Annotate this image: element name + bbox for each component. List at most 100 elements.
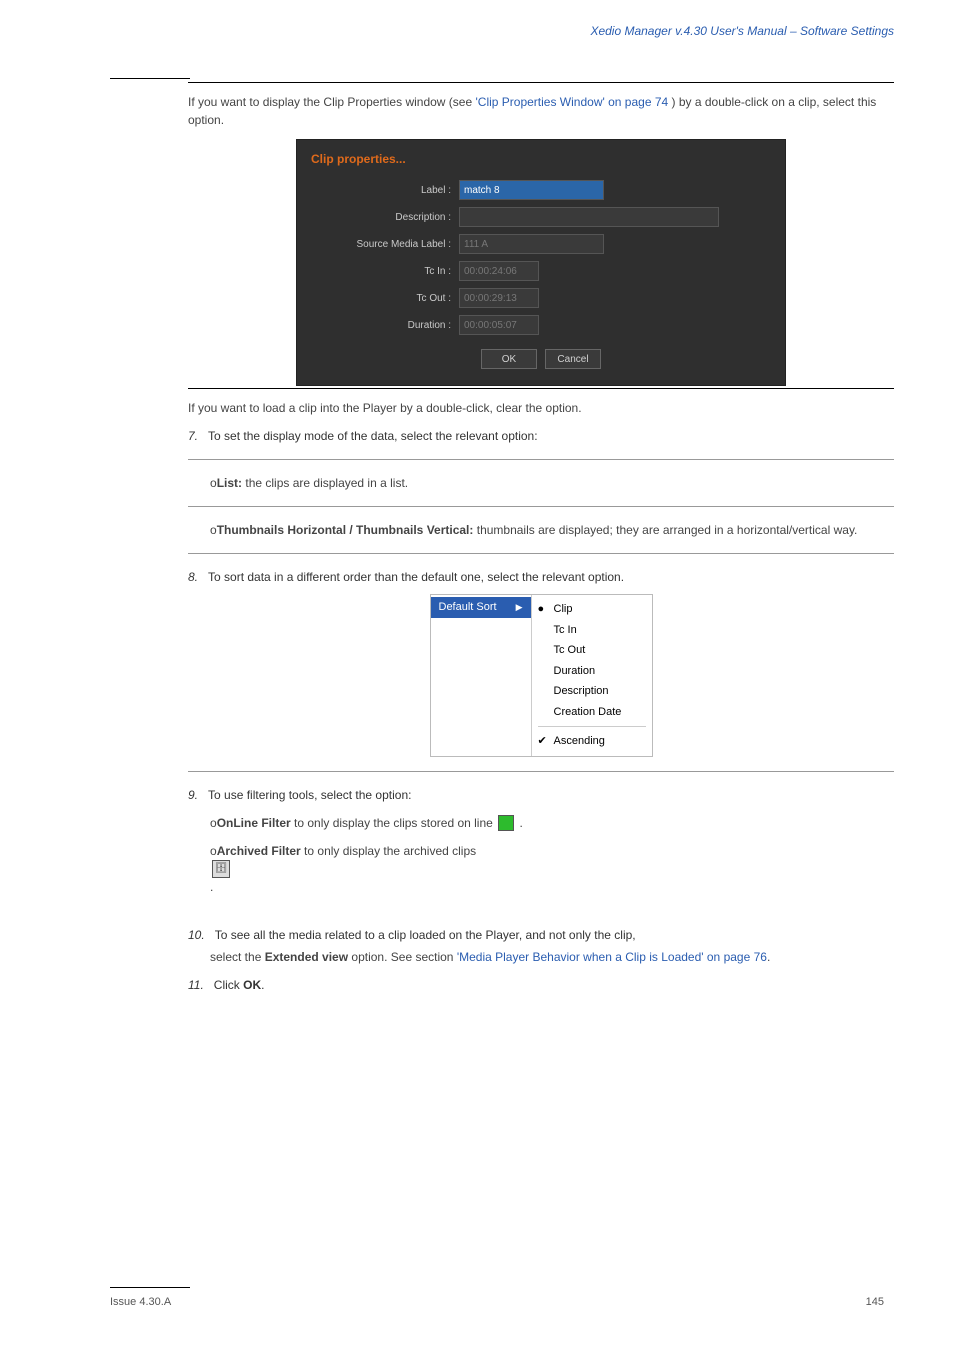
clip-properties-dialog: Clip properties... Label : Description :… [296, 139, 786, 386]
tcout-input [459, 288, 539, 308]
menu-item-creation-date[interactable]: Creation Date [532, 702, 652, 723]
step-10-pre: select the [210, 950, 265, 964]
step-10-bold: Extended view [265, 950, 348, 964]
step-11: 11.Click OK. [188, 976, 894, 994]
archive-icon: 🗄 [212, 860, 230, 878]
source-media-input [459, 234, 604, 254]
menu-item-duration-label: Duration [554, 665, 596, 677]
step-10-text-a: To see all the media related to a clip l… [215, 928, 636, 942]
ok-button[interactable]: OK [481, 349, 537, 369]
step-7-num: 7. [188, 429, 198, 443]
opt-thumb-text: thumbnails are displayed; they are arran… [477, 523, 858, 537]
opt-list-text: the clips are displayed in a list. [245, 476, 408, 490]
menu-left-col: Default Sort ▶ [431, 595, 531, 756]
cancel-button[interactable]: Cancel [545, 349, 601, 369]
intro-paragraph: If you want to display the Clip Properti… [188, 93, 894, 129]
menu-item-ascending-label: Ascending [554, 735, 605, 747]
opt-archived-bullet: o [210, 844, 217, 858]
step-11-num: 11. [188, 978, 204, 992]
step-10-cont: select the Extended view option. See sec… [210, 948, 894, 966]
opt-online-bullet: o [210, 816, 217, 830]
step-8-num: 8. [188, 570, 198, 584]
step-9: 9. To use filtering tools, select the opt… [188, 786, 894, 804]
step-7: 7. To set the display mode of the data, s… [188, 427, 894, 445]
footer-underline [110, 1287, 190, 1288]
duration-input [459, 315, 539, 335]
opt-list: oList: the clips are displayed in a list… [210, 474, 894, 492]
opt-online-text2: . [520, 816, 523, 830]
line-load-clip: If you want to load a clip into the Play… [188, 399, 894, 417]
step-7-text: To set the display mode of the data, sel… [208, 429, 538, 443]
dur-label: Duration : [311, 318, 459, 333]
step-9-text: To use filtering tools, select the optio… [208, 788, 411, 802]
menu-item-clip[interactable]: ● Clip [532, 599, 652, 620]
opt-online-bold: OnLine Filter [217, 816, 294, 830]
step-10-link[interactable]: 'Media Player Behavior when a Clip is Lo… [457, 950, 767, 964]
footer-page-number: 145 [866, 1294, 884, 1311]
opt-archived-bold: Archived Filter [217, 844, 304, 858]
header-link-wrap: Xedio Manager v.4.30 User's Manual – Sof… [110, 22, 894, 40]
menu-item-description-label: Description [554, 685, 609, 697]
intro-before: If you want to display the Clip Properti… [188, 95, 475, 109]
menu-item-description[interactable]: Description [532, 681, 652, 702]
step-8-text: To sort data in a different order than t… [208, 570, 624, 584]
step-9-num: 9. [188, 788, 198, 802]
check-icon: ✔ [538, 733, 547, 750]
menu-item-tcin[interactable]: Tc In [532, 620, 652, 641]
menu-item-ascending[interactable]: ✔ Ascending [532, 731, 652, 752]
default-sort-menu: Default Sort ▶ ● Clip Tc In Tc Out Duratio… [430, 594, 653, 757]
menu-default-sort-label: Default Sort [439, 599, 497, 616]
menu-item-tcout[interactable]: Tc Out [532, 640, 652, 661]
menu-item-clip-label: Clip [554, 603, 573, 615]
tcin-label: Tc In : [311, 264, 459, 279]
tcin-input [459, 261, 539, 281]
rule-8 [188, 553, 894, 554]
rule-7a [188, 459, 894, 460]
opt-archived: oArchived Filter to only display the arc… [210, 842, 894, 896]
menu-right-col: ●Clip Tc In Tc Out Duration Description … [531, 595, 652, 756]
menu-item-tcin-label: Tc In [554, 624, 577, 636]
rule-under-dialog [188, 388, 894, 389]
step-10-post2: . [767, 950, 770, 964]
rule-7b [188, 506, 894, 507]
opt-thumb: oThumbnails Horizontal / Thumbnails Vert… [210, 521, 894, 539]
opt-list-bullet: o [210, 476, 217, 490]
step-11-bold: OK [243, 978, 261, 992]
step-8: 8. To sort data in a different order than… [188, 568, 894, 586]
label-label: Label : [311, 183, 459, 198]
rule-9 [188, 771, 894, 772]
dialog-title: Clip properties... [311, 150, 771, 168]
bullet-icon: ● [538, 601, 545, 618]
step-11-post: . [261, 978, 264, 992]
intro-link[interactable]: 'Clip Properties Window' on page 74 [475, 95, 668, 109]
menu-item-duration[interactable]: Duration [532, 661, 652, 682]
opt-online: oOnLine Filter to only display the clips… [210, 814, 894, 832]
chevron-right-icon: ▶ [516, 601, 523, 615]
opt-thumb-bullet: o [210, 523, 217, 537]
dialog-figure: Clip properties... Label : Description :… [188, 139, 894, 386]
menu-default-sort[interactable]: Default Sort ▶ [431, 597, 531, 618]
menu-item-tcout-label: Tc Out [554, 644, 586, 656]
menu-divider [538, 726, 646, 727]
menu-item-creation-date-label: Creation Date [554, 706, 622, 718]
opt-archived-text2: . [210, 880, 213, 894]
opt-online-text: to only display the clips stored on line [294, 816, 496, 830]
step-10-num: 10. [188, 928, 205, 942]
description-input[interactable] [459, 207, 719, 227]
opt-list-bold: List: [217, 476, 246, 490]
menu-figure: Default Sort ▶ ● Clip Tc In Tc Out Duratio… [188, 594, 894, 757]
rule-top [188, 82, 894, 83]
header-link[interactable]: Xedio Manager v.4.30 User's Manual – Sof… [590, 24, 894, 38]
src-label: Source Media Label : [311, 237, 459, 252]
opt-archived-text: to only display the archived clips [304, 844, 476, 858]
opt-thumb-bold: Thumbnails Horizontal / Thumbnails Verti… [217, 523, 477, 537]
step-10-post: option. See section [348, 950, 457, 964]
label-input[interactable] [459, 180, 604, 200]
online-square-icon [498, 815, 514, 831]
header-underline [110, 78, 190, 79]
step-10: 10. To see all the media related to a cli… [188, 926, 894, 944]
page-footer: Issue 4.30.A 145 [0, 1287, 954, 1311]
footer-issue: Issue 4.30.A [110, 1294, 171, 1311]
tcout-label: Tc Out : [311, 291, 459, 306]
desc-label: Description : [311, 210, 459, 225]
